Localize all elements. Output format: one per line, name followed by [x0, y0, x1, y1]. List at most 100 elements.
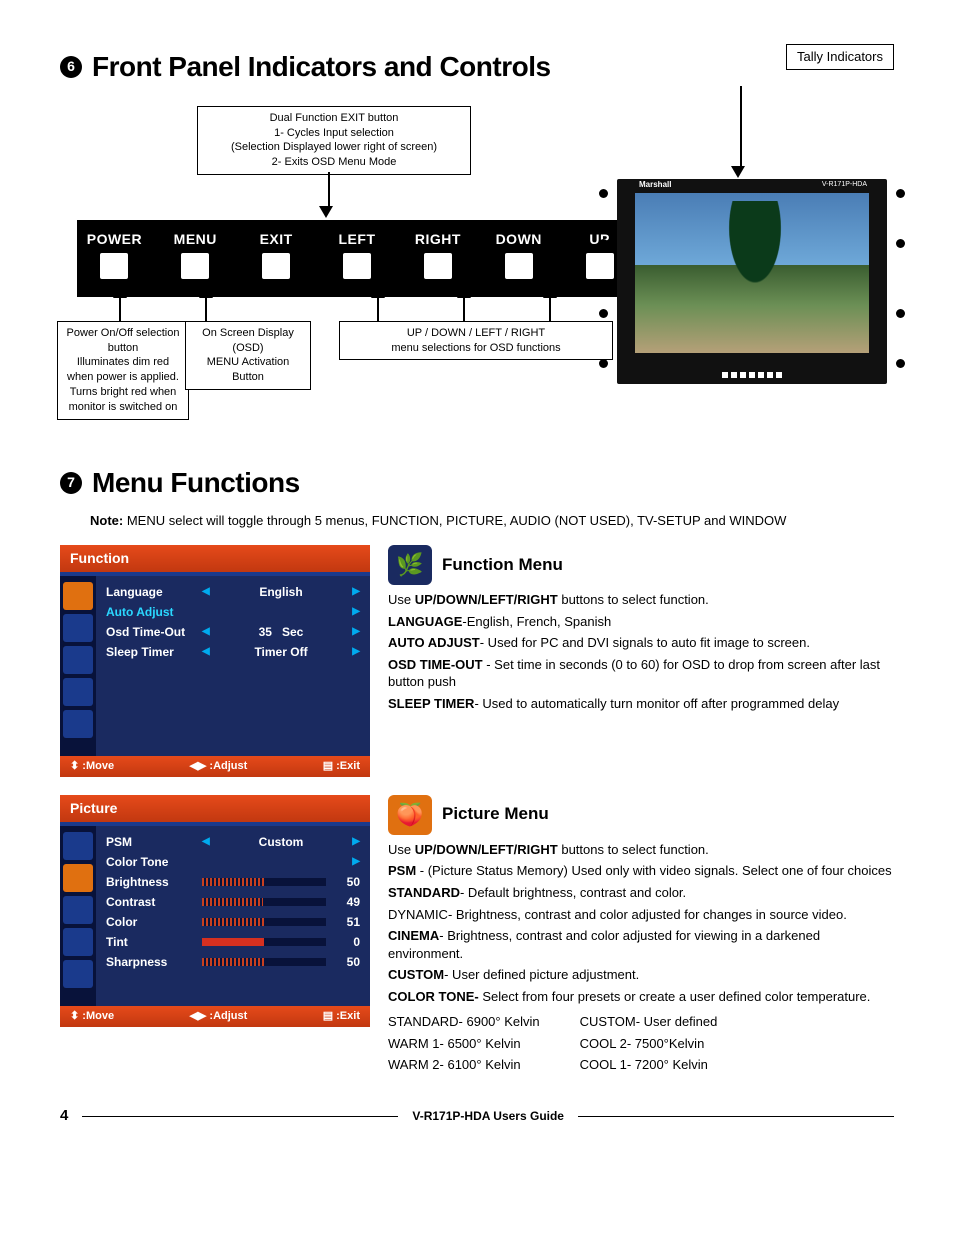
down-button-stack: DOWN [489, 230, 548, 279]
footer-rule-left [82, 1116, 398, 1117]
section7-head: 7 Menu Functions [60, 464, 894, 502]
left-button-stack: LEFT [328, 230, 387, 279]
osd-row-sleep[interactable]: Sleep Timer ◀ Timer Off ▶ [106, 642, 360, 662]
osd-tab-picture[interactable] [63, 614, 93, 642]
osd-tab-function[interactable] [63, 832, 93, 860]
power-button[interactable] [100, 253, 128, 279]
osd-tab-setup[interactable] [63, 678, 93, 706]
brightness-slider[interactable] [202, 878, 326, 886]
nav-callout-text: UP / DOWN / LEFT / RIGHT menu selections… [391, 327, 560, 354]
monitor-image: Marshall V-R171P-HDA [617, 179, 887, 384]
right-arrow-icon: ▶ [352, 605, 360, 619]
osd-row-contrast[interactable]: Contrast 49 [106, 892, 360, 912]
contrast-label: Contrast [106, 894, 202, 910]
left-arrow-icon: ◀ [202, 645, 210, 659]
menu-button[interactable] [181, 253, 209, 279]
up-button[interactable] [586, 253, 614, 279]
color-slider[interactable] [202, 918, 326, 926]
kelvin-cust: CUSTOM- User defined [580, 1013, 718, 1031]
left-arrow-icon: ◀ [202, 835, 210, 849]
picture-desc-head: 🍑 Picture Menu [388, 795, 894, 835]
picture-dyn: DYNAMIC- Brightness, contrast and color … [388, 906, 894, 924]
left-button[interactable] [343, 253, 371, 279]
function-osd: OSD TIME-OUT - Set time in seconds (0 to… [388, 656, 894, 691]
function-auto: AUTO ADJUST- Used for PC and DVI signals… [388, 634, 894, 652]
brightness-label: Brightness [106, 874, 202, 890]
osd-row-timeout[interactable]: Osd Time-Out ◀ 35 Sec ▶ [106, 622, 360, 642]
function-intro: Use UP/DOWN/LEFT/RIGHT buttons to select… [388, 591, 894, 609]
osd-row-color[interactable]: Color 51 [106, 912, 360, 932]
function-icon: 🌿 [388, 545, 432, 585]
exit-button[interactable] [262, 253, 290, 279]
kelvin-std: STANDARD- 6900° Kelvin [388, 1013, 540, 1031]
picture-intro: Use UP/DOWN/LEFT/RIGHT buttons to select… [388, 841, 894, 859]
osd-row-tint[interactable]: Tint 0 [106, 932, 360, 952]
exit-arrow-line [325, 172, 333, 218]
osd-tab-setup[interactable] [63, 928, 93, 956]
exit-button-stack: EXIT [247, 230, 306, 279]
psm-value: Custom [210, 834, 353, 850]
right-arrow-icon: ▶ [352, 835, 360, 849]
menu-callout-box: On Screen Display (OSD) MENU Activation … [185, 321, 311, 390]
language-value: English [210, 584, 353, 600]
picture-osd: Picture PSM ◀ Custom ▶ Color Tone [60, 795, 370, 1027]
osd-row-sharpness[interactable]: Sharpness 50 [106, 952, 360, 972]
osd-tab-window[interactable] [63, 710, 93, 738]
picture-row: Picture PSM ◀ Custom ▶ Color Tone [60, 795, 894, 1078]
kelvin-col-right: CUSTOM- User defined COOL 2- 7500°Kelvin… [580, 1009, 718, 1078]
sharpness-label: Sharpness [106, 954, 202, 970]
contrast-slider[interactable] [202, 898, 326, 906]
contrast-value: 49 [334, 894, 360, 910]
right-label: RIGHT [415, 230, 461, 249]
osd-row-autoadjust[interactable]: Auto Adjust ▶ [106, 602, 360, 622]
osd-tab-audio[interactable] [63, 896, 93, 924]
osd-row-colortone[interactable]: Color Tone ▶ [106, 852, 360, 872]
function-osd: Function Language ◀ English ▶ Auto Adjus… [60, 545, 370, 777]
menu-label: MENU [174, 230, 217, 249]
osd-row-brightness[interactable]: Brightness 50 [106, 872, 360, 892]
kelvin-row: STANDARD- 6900° Kelvin WARM 1- 6500° Kel… [388, 1009, 894, 1078]
picture-icon: 🍑 [388, 795, 432, 835]
picture-osd-foot: ⬍ :Move ◀▶ :Adjust ▤ :Exit [60, 1006, 370, 1027]
osd-tab-function[interactable] [63, 582, 93, 610]
section7-note: Note: MENU select will toggle through 5 … [90, 512, 894, 530]
right-button-stack: RIGHT [408, 230, 467, 279]
note-prefix: Note: [90, 513, 123, 528]
down-button[interactable] [505, 253, 533, 279]
power-label: POWER [87, 230, 142, 249]
section6-header-row: 6 Front Panel Indicators and Controls Ta… [60, 40, 894, 96]
right-arrow-icon: ▶ [352, 585, 360, 599]
monitor-brand: Marshall [639, 180, 671, 191]
tint-slider[interactable] [202, 938, 326, 946]
foot-adjust: ◀▶ :Adjust [189, 1009, 247, 1024]
timeout-label: Osd Time-Out [106, 624, 202, 640]
power-callout-box: Power On/Off selection button Illuminate… [57, 321, 189, 420]
monitor-panel-buttons [722, 372, 782, 378]
right-arrow-icon: ▶ [352, 625, 360, 639]
osd-tab-audio[interactable] [63, 646, 93, 674]
section6-number: 6 [60, 56, 82, 78]
kelvin-w2: WARM 2- 6100° Kelvin [388, 1056, 540, 1074]
kelvin-w1: WARM 1- 6500° Kelvin [388, 1035, 540, 1053]
picture-description: 🍑 Picture Menu Use UP/DOWN/LEFT/RIGHT bu… [388, 795, 894, 1078]
osd-row-language[interactable]: Language ◀ English ▶ [106, 582, 360, 602]
left-label: LEFT [339, 230, 376, 249]
osd-tab-picture[interactable] [63, 864, 93, 892]
sharpness-slider[interactable] [202, 958, 326, 966]
picture-osd-body: PSM ◀ Custom ▶ Color Tone ▶ Brightness 5… [60, 826, 370, 1006]
kelvin-c2: COOL 2- 7500°Kelvin [580, 1035, 718, 1053]
colortone-label: Color Tone [106, 854, 202, 870]
osd-row-psm[interactable]: PSM ◀ Custom ▶ [106, 832, 360, 852]
function-desc-title: Function Menu [442, 554, 563, 577]
color-label: Color [106, 914, 202, 930]
section6-head: 6 Front Panel Indicators and Controls [60, 48, 551, 86]
right-button[interactable] [424, 253, 452, 279]
function-row: Function Language ◀ English ▶ Auto Adjus… [60, 545, 894, 777]
autoadjust-label: Auto Adjust [106, 604, 202, 620]
osd-tab-window[interactable] [63, 960, 93, 988]
picture-osd-content: PSM ◀ Custom ▶ Color Tone ▶ Brightness 5… [96, 826, 370, 1006]
foot-adjust: ◀▶ :Adjust [189, 759, 247, 774]
monitor-screen [635, 193, 869, 353]
footer-rule-right [578, 1116, 894, 1117]
foot-exit: ▤ :Exit [323, 759, 360, 774]
